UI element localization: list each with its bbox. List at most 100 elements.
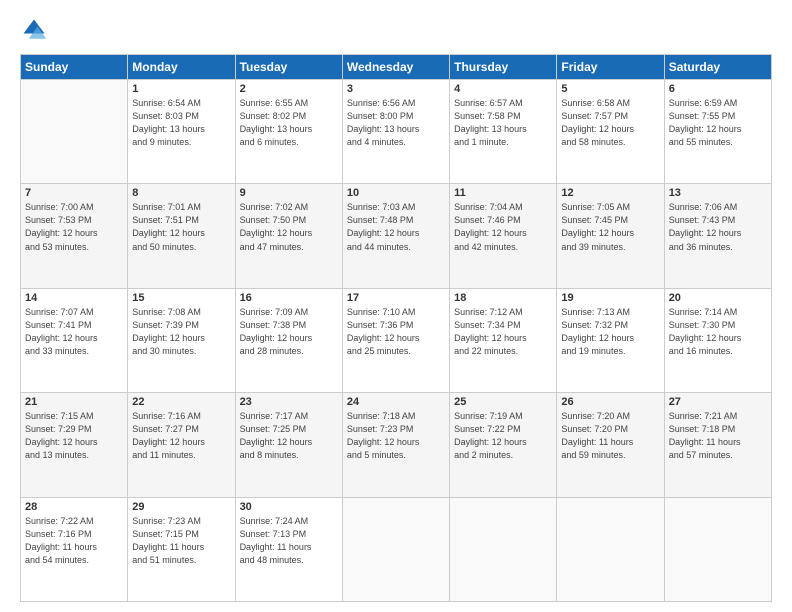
day-number: 8 bbox=[132, 187, 230, 199]
day-number: 30 bbox=[240, 501, 338, 513]
day-number: 21 bbox=[25, 396, 123, 408]
calendar-cell: 18 Sunrise: 7:12 AM Sunset: 7:34 PM Dayli… bbox=[450, 288, 557, 392]
calendar-cell: 29 Sunrise: 7:23 AM Sunset: 7:15 PM Dayli… bbox=[128, 497, 235, 601]
day-info: Sunrise: 6:58 AM Sunset: 7:57 PM Dayligh… bbox=[561, 97, 659, 149]
calendar-cell: 19 Sunrise: 7:13 AM Sunset: 7:32 PM Dayli… bbox=[557, 288, 664, 392]
calendar-cell: 8 Sunrise: 7:01 AM Sunset: 7:51 PM Daylig… bbox=[128, 184, 235, 288]
calendar-cell: 17 Sunrise: 7:10 AM Sunset: 7:36 PM Dayli… bbox=[342, 288, 449, 392]
calendar-cell: 11 Sunrise: 7:04 AM Sunset: 7:46 PM Dayli… bbox=[450, 184, 557, 288]
day-number: 11 bbox=[454, 187, 552, 199]
day-number: 29 bbox=[132, 501, 230, 513]
day-info: Sunrise: 7:08 AM Sunset: 7:39 PM Dayligh… bbox=[132, 306, 230, 358]
day-info: Sunrise: 7:20 AM Sunset: 7:20 PM Dayligh… bbox=[561, 410, 659, 462]
calendar-cell: 20 Sunrise: 7:14 AM Sunset: 7:30 PM Dayli… bbox=[664, 288, 771, 392]
calendar-cell: 7 Sunrise: 7:00 AM Sunset: 7:53 PM Daylig… bbox=[21, 184, 128, 288]
day-info: Sunrise: 7:12 AM Sunset: 7:34 PM Dayligh… bbox=[454, 306, 552, 358]
day-info: Sunrise: 7:14 AM Sunset: 7:30 PM Dayligh… bbox=[669, 306, 767, 358]
day-info: Sunrise: 7:15 AM Sunset: 7:29 PM Dayligh… bbox=[25, 410, 123, 462]
day-number: 14 bbox=[25, 292, 123, 304]
day-info: Sunrise: 7:10 AM Sunset: 7:36 PM Dayligh… bbox=[347, 306, 445, 358]
calendar-cell: 9 Sunrise: 7:02 AM Sunset: 7:50 PM Daylig… bbox=[235, 184, 342, 288]
calendar-cell: 22 Sunrise: 7:16 AM Sunset: 7:27 PM Dayli… bbox=[128, 393, 235, 497]
day-info: Sunrise: 6:57 AM Sunset: 7:58 PM Dayligh… bbox=[454, 97, 552, 149]
calendar-cell: 3 Sunrise: 6:56 AM Sunset: 8:00 PM Daylig… bbox=[342, 80, 449, 184]
calendar-cell bbox=[664, 497, 771, 601]
calendar-table: SundayMondayTuesdayWednesdayThursdayFrid… bbox=[20, 54, 772, 602]
day-info: Sunrise: 7:23 AM Sunset: 7:15 PM Dayligh… bbox=[132, 515, 230, 567]
weekday-header-tuesday: Tuesday bbox=[235, 55, 342, 80]
weekday-header-sunday: Sunday bbox=[21, 55, 128, 80]
calendar-week-row: 1 Sunrise: 6:54 AM Sunset: 8:03 PM Daylig… bbox=[21, 80, 772, 184]
day-info: Sunrise: 7:24 AM Sunset: 7:13 PM Dayligh… bbox=[240, 515, 338, 567]
day-info: Sunrise: 7:16 AM Sunset: 7:27 PM Dayligh… bbox=[132, 410, 230, 462]
weekday-header-saturday: Saturday bbox=[664, 55, 771, 80]
day-info: Sunrise: 6:55 AM Sunset: 8:02 PM Dayligh… bbox=[240, 97, 338, 149]
day-number: 10 bbox=[347, 187, 445, 199]
calendar-cell: 27 Sunrise: 7:21 AM Sunset: 7:18 PM Dayli… bbox=[664, 393, 771, 497]
day-info: Sunrise: 7:04 AM Sunset: 7:46 PM Dayligh… bbox=[454, 201, 552, 253]
calendar-cell: 12Sunrise: 7:05 AM Sunset: 7:45 PM Dayli… bbox=[557, 184, 664, 288]
weekday-header-friday: Friday bbox=[557, 55, 664, 80]
day-info: Sunrise: 6:54 AM Sunset: 8:03 PM Dayligh… bbox=[132, 97, 230, 149]
calendar-week-row: 21 Sunrise: 7:15 AM Sunset: 7:29 PM Dayli… bbox=[21, 393, 772, 497]
day-number: 28 bbox=[25, 501, 123, 513]
page: SundayMondayTuesdayWednesdayThursdayFrid… bbox=[0, 0, 792, 612]
day-number: 19 bbox=[561, 292, 659, 304]
day-info: Sunrise: 7:00 AM Sunset: 7:53 PM Dayligh… bbox=[25, 201, 123, 253]
weekday-header-wednesday: Wednesday bbox=[342, 55, 449, 80]
day-number: 20 bbox=[669, 292, 767, 304]
calendar-week-row: 28 Sunrise: 7:22 AM Sunset: 7:16 PM Dayli… bbox=[21, 497, 772, 601]
calendar-cell: 10 Sunrise: 7:03 AM Sunset: 7:48 PM Dayli… bbox=[342, 184, 449, 288]
day-number: 4 bbox=[454, 83, 552, 95]
calendar-cell bbox=[557, 497, 664, 601]
day-info: Sunrise: 7:21 AM Sunset: 7:18 PM Dayligh… bbox=[669, 410, 767, 462]
calendar-cell: 1 Sunrise: 6:54 AM Sunset: 8:03 PM Daylig… bbox=[128, 80, 235, 184]
day-number: 27 bbox=[669, 396, 767, 408]
day-number: 22 bbox=[132, 396, 230, 408]
day-number: 16 bbox=[240, 292, 338, 304]
day-info: Sunrise: 7:01 AM Sunset: 7:51 PM Dayligh… bbox=[132, 201, 230, 253]
day-info: Sunrise: 7:02 AM Sunset: 7:50 PM Dayligh… bbox=[240, 201, 338, 253]
weekday-header-thursday: Thursday bbox=[450, 55, 557, 80]
calendar-cell: 26Sunrise: 7:20 AM Sunset: 7:20 PM Dayli… bbox=[557, 393, 664, 497]
day-number: 6 bbox=[669, 83, 767, 95]
calendar-cell bbox=[450, 497, 557, 601]
day-info: Sunrise: 7:09 AM Sunset: 7:38 PM Dayligh… bbox=[240, 306, 338, 358]
logo-icon bbox=[20, 16, 48, 44]
day-number: 9 bbox=[240, 187, 338, 199]
day-info: Sunrise: 6:56 AM Sunset: 8:00 PM Dayligh… bbox=[347, 97, 445, 149]
calendar-cell: 30 Sunrise: 7:24 AM Sunset: 7:13 PM Dayli… bbox=[235, 497, 342, 601]
day-number: 2 bbox=[240, 83, 338, 95]
calendar-cell: 2 Sunrise: 6:55 AM Sunset: 8:02 PM Daylig… bbox=[235, 80, 342, 184]
calendar-cell: 4 Sunrise: 6:57 AM Sunset: 7:58 PM Daylig… bbox=[450, 80, 557, 184]
day-info: Sunrise: 6:59 AM Sunset: 7:55 PM Dayligh… bbox=[669, 97, 767, 149]
day-info: Sunrise: 7:06 AM Sunset: 7:43 PM Dayligh… bbox=[669, 201, 767, 253]
day-number: 5 bbox=[561, 83, 659, 95]
calendar-cell: 25 Sunrise: 7:19 AM Sunset: 7:22 PM Dayli… bbox=[450, 393, 557, 497]
day-number: 13 bbox=[669, 187, 767, 199]
day-number: 17 bbox=[347, 292, 445, 304]
calendar-cell bbox=[342, 497, 449, 601]
calendar-cell bbox=[21, 80, 128, 184]
calendar-cell: 23 Sunrise: 7:17 AM Sunset: 7:25 PM Dayli… bbox=[235, 393, 342, 497]
day-number: 7 bbox=[25, 187, 123, 199]
calendar-cell: 16 Sunrise: 7:09 AM Sunset: 7:38 PM Dayli… bbox=[235, 288, 342, 392]
day-number: 23 bbox=[240, 396, 338, 408]
calendar-cell: 14Sunrise: 7:07 AM Sunset: 7:41 PM Dayli… bbox=[21, 288, 128, 392]
day-info: Sunrise: 7:13 AM Sunset: 7:32 PM Dayligh… bbox=[561, 306, 659, 358]
day-info: Sunrise: 7:03 AM Sunset: 7:48 PM Dayligh… bbox=[347, 201, 445, 253]
day-info: Sunrise: 7:19 AM Sunset: 7:22 PM Dayligh… bbox=[454, 410, 552, 462]
calendar-cell: 15Sunrise: 7:08 AM Sunset: 7:39 PM Dayli… bbox=[128, 288, 235, 392]
calendar-cell: 13 Sunrise: 7:06 AM Sunset: 7:43 PM Dayli… bbox=[664, 184, 771, 288]
day-number: 18 bbox=[454, 292, 552, 304]
logo bbox=[20, 16, 52, 44]
day-number: 25 bbox=[454, 396, 552, 408]
day-number: 3 bbox=[347, 83, 445, 95]
day-info: Sunrise: 7:17 AM Sunset: 7:25 PM Dayligh… bbox=[240, 410, 338, 462]
calendar-cell: 21 Sunrise: 7:15 AM Sunset: 7:29 PM Dayli… bbox=[21, 393, 128, 497]
day-info: Sunrise: 7:18 AM Sunset: 7:23 PM Dayligh… bbox=[347, 410, 445, 462]
day-number: 1 bbox=[132, 83, 230, 95]
calendar-cell: 24Sunrise: 7:18 AM Sunset: 7:23 PM Dayli… bbox=[342, 393, 449, 497]
day-info: Sunrise: 7:22 AM Sunset: 7:16 PM Dayligh… bbox=[25, 515, 123, 567]
calendar-cell: 28 Sunrise: 7:22 AM Sunset: 7:16 PM Dayli… bbox=[21, 497, 128, 601]
